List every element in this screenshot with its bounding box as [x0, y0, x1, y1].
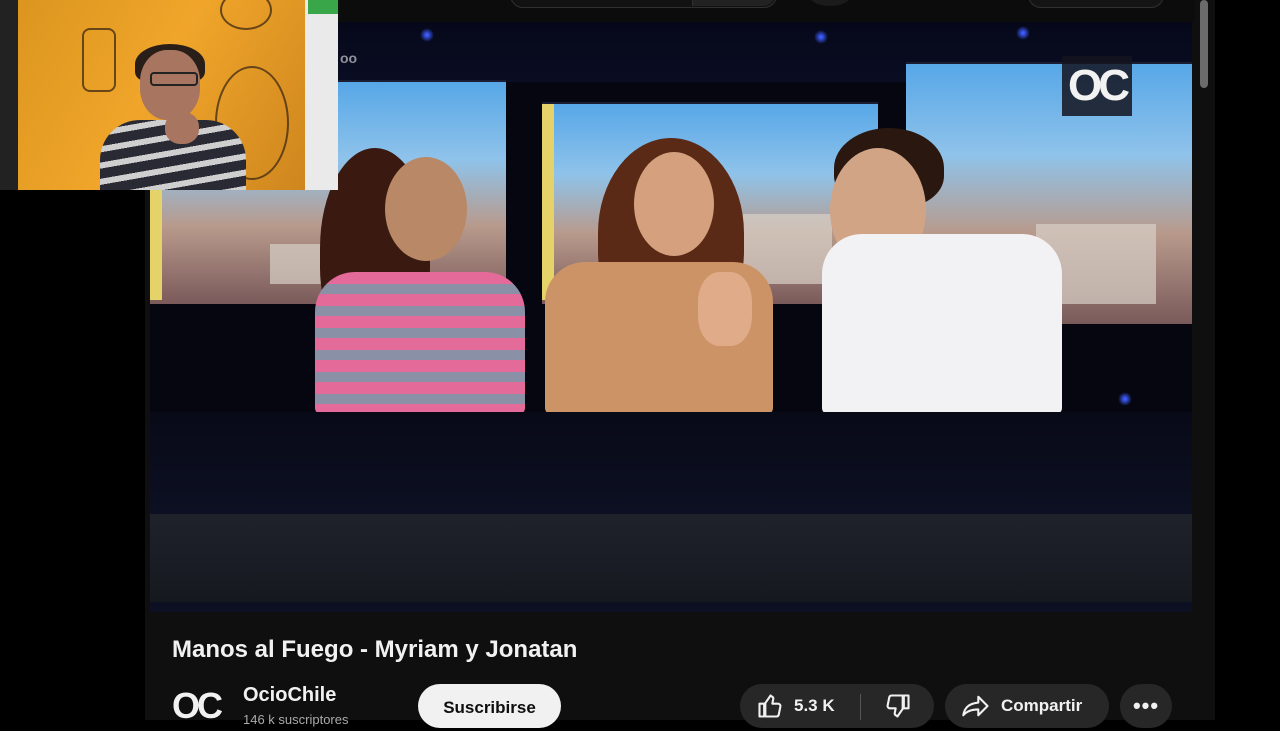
desk-edge [150, 602, 1192, 612]
share-label: Compartir [1001, 696, 1083, 715]
like-button[interactable]: 5.3 K [740, 684, 860, 728]
sign-in-button[interactable] [1028, 0, 1164, 8]
more-horizontal-icon: ••• [1132, 693, 1160, 718]
desk-front [150, 514, 1192, 612]
reactor-hand [165, 112, 199, 144]
search-button[interactable] [692, 0, 775, 6]
channel-name[interactable]: OcioChile [243, 684, 336, 707]
studio-light [1118, 392, 1132, 406]
video-title: Manos al Fuego - Myriam y Jonatan [172, 636, 578, 663]
thumbs-up-icon [756, 692, 784, 720]
channel-avatar[interactable]: OC [172, 686, 224, 726]
studio-light [1016, 26, 1030, 40]
wall-drawing-symbol [82, 28, 116, 92]
studio-light [420, 28, 434, 42]
wall-drawing-face [220, 0, 272, 30]
studio-desk [150, 412, 1192, 514]
like-count: 5.3 K [794, 696, 835, 715]
raised-hand [698, 272, 752, 346]
dislike-button[interactable] [861, 684, 934, 728]
white-shirt [822, 234, 1062, 414]
reactor-glasses [150, 72, 198, 86]
like-dislike-group: 5.3 K [740, 684, 934, 728]
green-object [308, 0, 338, 14]
striped-shirt [315, 272, 525, 414]
thumbs-down-icon [884, 692, 912, 720]
subscribe-button[interactable]: Suscribirse [418, 684, 561, 728]
screen-frame [542, 104, 554, 300]
white-wall [305, 0, 338, 190]
more-actions-button[interactable]: ••• [1120, 684, 1172, 728]
channel-logo-overlay: OC [1062, 56, 1132, 116]
video-watermark: oo [340, 50, 358, 66]
face [385, 157, 467, 261]
scrollbar-track[interactable] [1197, 0, 1211, 720]
face [634, 152, 714, 256]
share-arrow-icon [961, 692, 991, 720]
studio-light [814, 30, 828, 44]
webcam-overlay [0, 0, 338, 190]
guitar-edge [0, 0, 18, 190]
share-button[interactable]: Compartir [945, 684, 1109, 728]
scrollbar-thumb[interactable] [1200, 0, 1208, 88]
